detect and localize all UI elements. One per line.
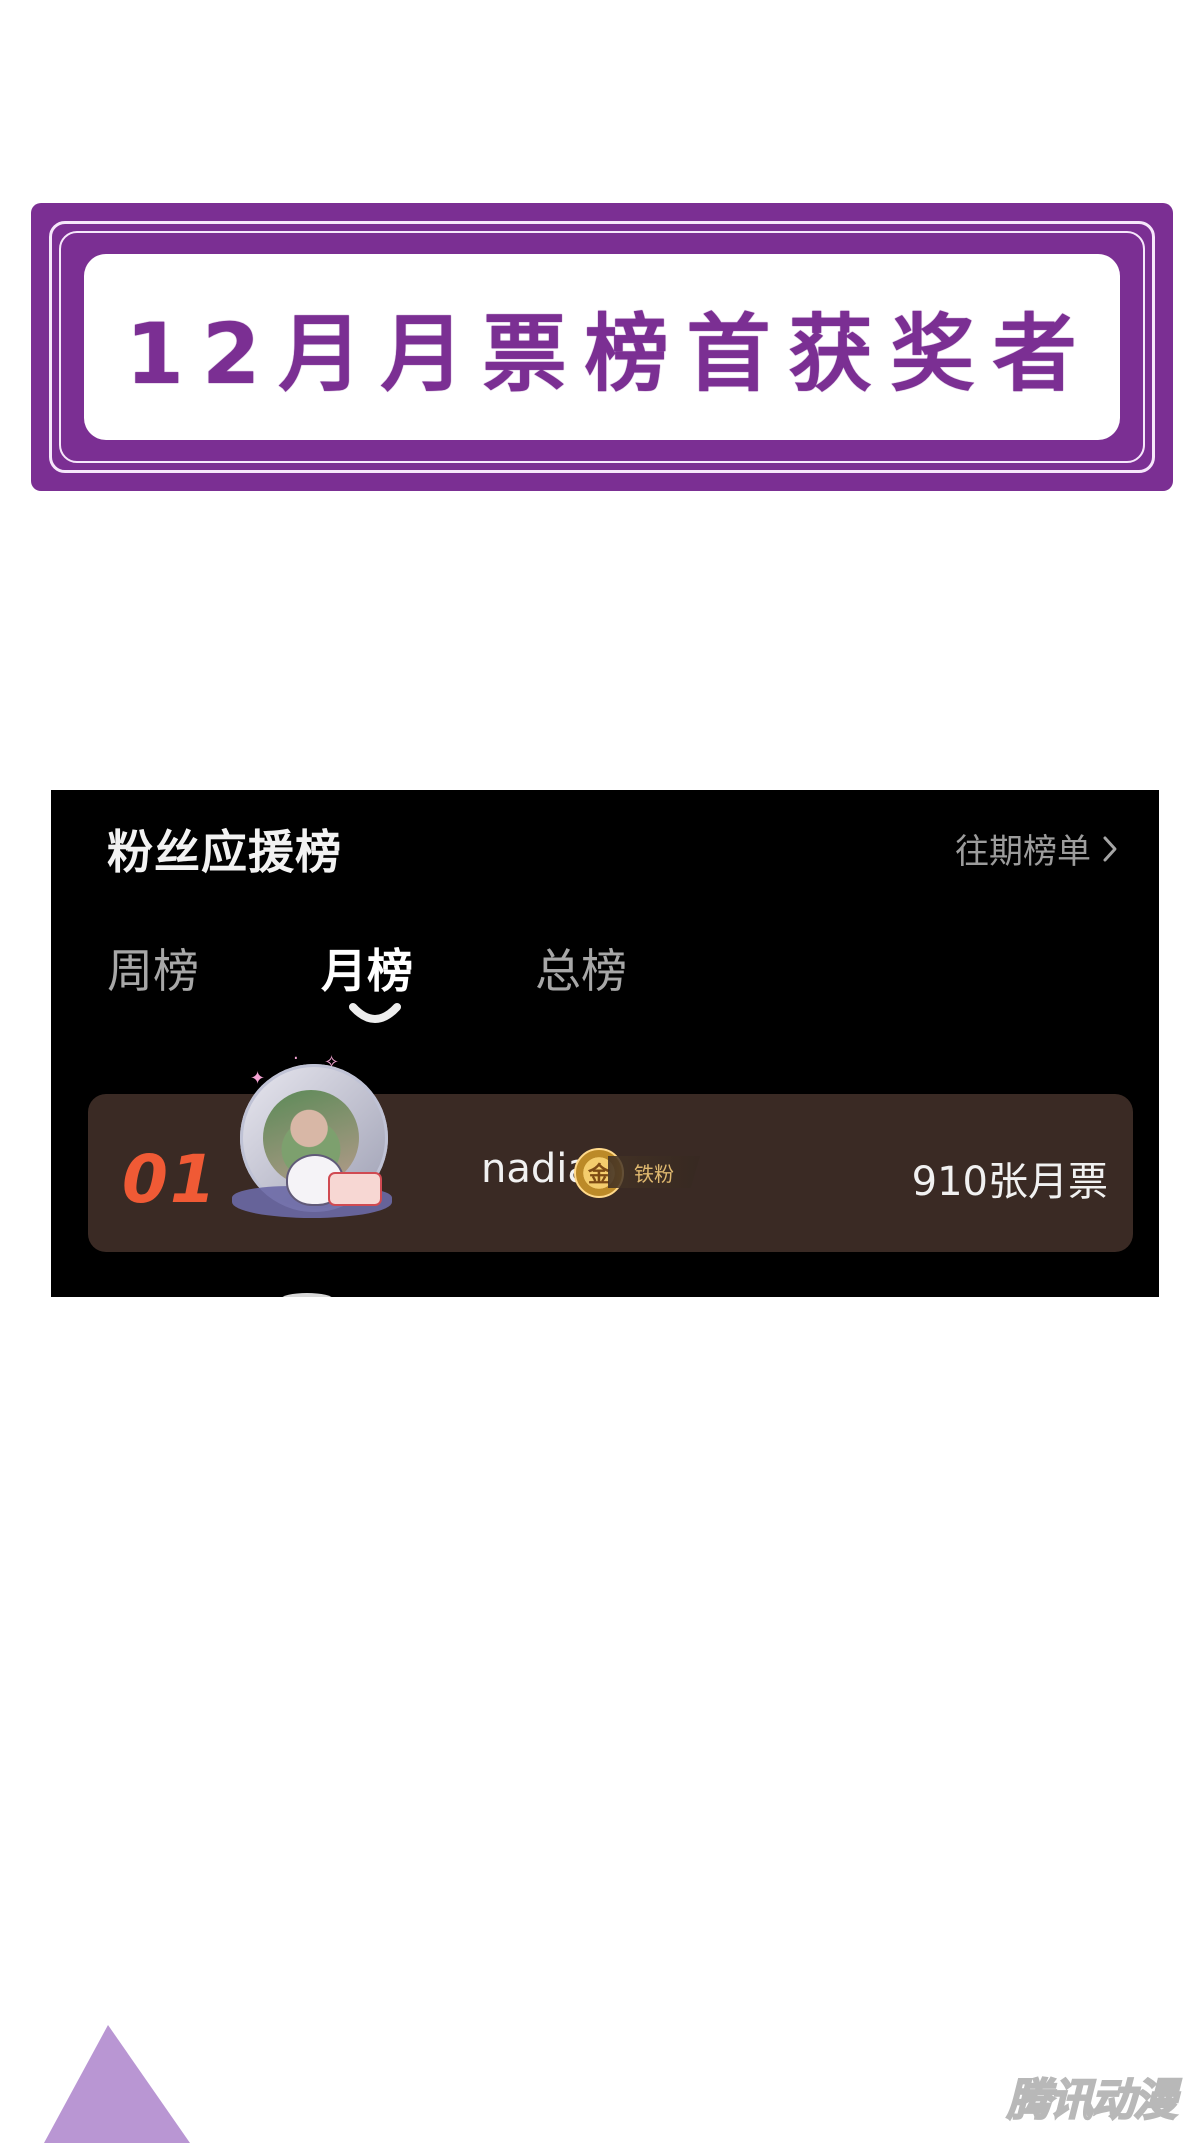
iron-fan-badge: 金 铁粉 (574, 1148, 702, 1198)
tencent-comic-watermark: 腾讯动漫 (1006, 2074, 1178, 2127)
selected-tab-indicator (349, 1003, 401, 1023)
page: 12月月票榜首获奖者 粉丝应援榜 往期榜单 周榜 月榜 总榜 01 ✦ · ✧ (0, 0, 1200, 2143)
cake-decoration (328, 1172, 382, 1206)
fan-level-label: 铁粉 (608, 1156, 700, 1188)
chevron-right-icon (1103, 836, 1117, 861)
rank-number: 01 (122, 1141, 218, 1218)
page-title: 粉丝应援榜 (107, 825, 342, 879)
tab-monthly[interactable]: 月榜 (321, 935, 413, 1001)
winner-announcement-banner: 12月月票榜首获奖者 (31, 203, 1173, 491)
ranking-row[interactable]: 01 ✦ · ✧ nadia 金 铁粉 910张月票 (88, 1050, 1133, 1252)
fan-support-ranking-screenshot: 粉丝应援榜 往期榜单 周榜 月榜 总榜 01 ✦ · ✧ nadia 金 铁粉 … (51, 790, 1159, 1297)
monthly-ticket-count: 910张月票 (911, 1159, 1108, 1205)
triangle-decoration (44, 2025, 190, 2143)
past-rankings-label: 往期榜单 (955, 832, 1091, 872)
next-row-avatar-fragment (281, 1293, 333, 1297)
profile-avatar[interactable]: ✦ · ✧ (220, 1050, 414, 1248)
tab-total[interactable]: 总榜 (535, 935, 627, 1001)
tab-weekly[interactable]: 周榜 (107, 935, 199, 1001)
banner-content-panel: 12月月票榜首获奖者 (84, 254, 1120, 440)
past-rankings-link[interactable]: 往期榜单 (955, 824, 1119, 873)
banner-title: 12月月票榜首获奖者 (125, 304, 1095, 403)
